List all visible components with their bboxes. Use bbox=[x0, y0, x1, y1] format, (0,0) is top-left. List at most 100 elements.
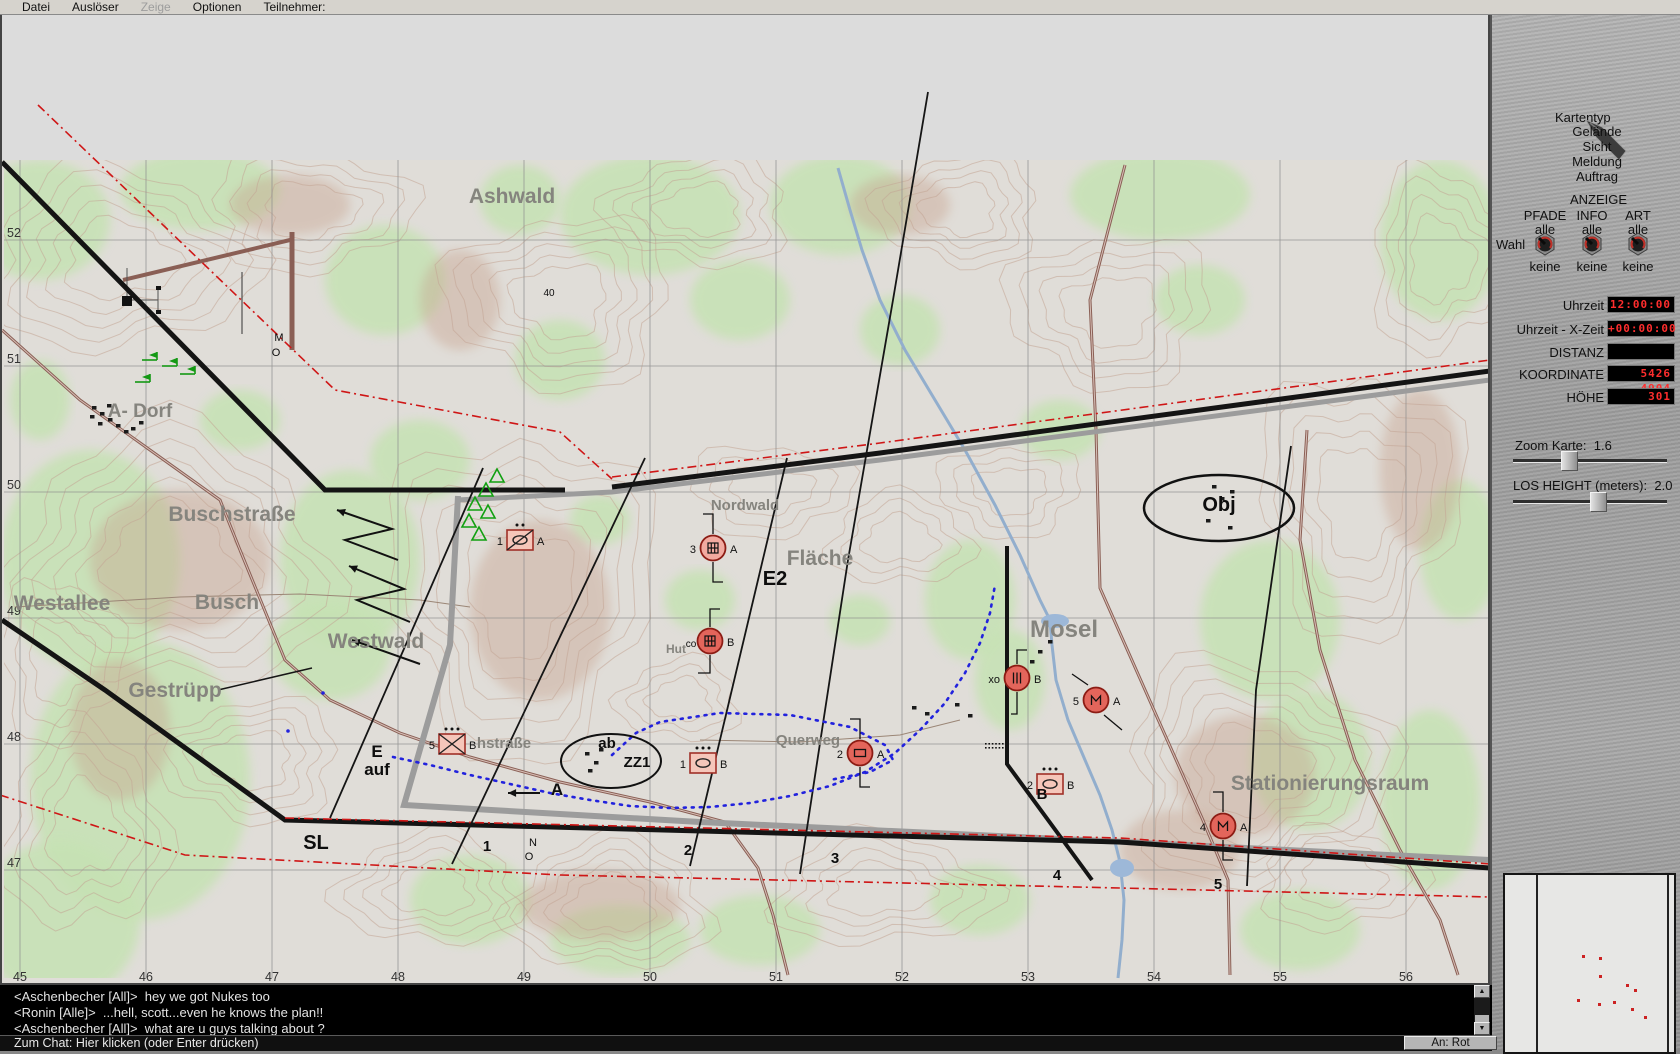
tactical-label-o: O bbox=[272, 347, 281, 359]
tactical-label-co: co bbox=[686, 639, 697, 650]
svg-text:B: B bbox=[1034, 674, 1041, 686]
minimap-unit-dot bbox=[1613, 1001, 1616, 1004]
map-label-hstrae: hstraße bbox=[477, 735, 531, 752]
grid-x-label: 56 bbox=[1399, 970, 1413, 984]
tactical-label-2: 2 bbox=[684, 842, 692, 859]
map-area[interactable]: 45 46 47 48 49 50 51 52 53 54 55 56 52 51 50 49 48 47 1 A 3 A… bbox=[0, 0, 1492, 985]
svg-text:A: A bbox=[730, 544, 738, 556]
los-height-slider[interactable] bbox=[1513, 492, 1667, 512]
knob-art[interactable] bbox=[1626, 232, 1650, 256]
kartentyp-option-sicht[interactable]: Sicht bbox=[1557, 139, 1637, 154]
map-label-busch: Busch bbox=[195, 591, 259, 614]
minimap-unit-dot bbox=[1577, 999, 1580, 1002]
wahl-label: Wahl bbox=[1496, 237, 1526, 252]
map-label-nordwald: Nordwald bbox=[711, 497, 779, 514]
chat-log[interactable]: <Aschenbecher [All]> hey we got Nukes to… bbox=[0, 985, 1492, 1036]
svg-text:4: 4 bbox=[1200, 822, 1206, 834]
menu-item-auslser[interactable]: Auslöser bbox=[72, 0, 119, 14]
svg-text:5: 5 bbox=[429, 740, 435, 752]
minimap-unit-dot bbox=[1598, 1003, 1601, 1006]
anzeige-keine-art: keine bbox=[1622, 259, 1654, 274]
grid-y-label: 52 bbox=[7, 226, 21, 240]
map-label-hut: Hut bbox=[666, 642, 686, 656]
kartentyp-option-meldung[interactable]: Meldung bbox=[1557, 154, 1637, 169]
tactical-label-obj: Obj bbox=[1202, 494, 1235, 516]
tactical-label-b: B bbox=[1037, 786, 1048, 803]
tactical-label-o: O bbox=[525, 851, 534, 863]
grid-y-label: 50 bbox=[7, 478, 21, 492]
minimap-unit-dot bbox=[1599, 957, 1602, 960]
readout-label-4: HÖHE bbox=[1566, 390, 1604, 405]
grid-x-label: 50 bbox=[643, 970, 657, 984]
map-label-adorf: A- Dorf bbox=[108, 401, 173, 422]
readout-value-hhe: 301 bbox=[1608, 389, 1674, 404]
scroll-up-button[interactable]: ▲ bbox=[1474, 985, 1490, 998]
minimap-unit-dot bbox=[1634, 989, 1637, 992]
tactical-map[interactable]: 45 46 47 48 49 50 51 52 53 54 55 565251504948471 A3 A… bbox=[0, 0, 1490, 985]
map-label-westwald: Westwald bbox=[328, 630, 424, 653]
minimap-unit-dot bbox=[1582, 955, 1585, 958]
grid-x-label: 46 bbox=[139, 970, 153, 984]
svg-text:A: A bbox=[877, 749, 885, 761]
knob-pfade[interactable] bbox=[1533, 232, 1557, 256]
svg-text:3: 3 bbox=[690, 544, 696, 556]
chat-scrollbar[interactable]: ▲ ▼ bbox=[1474, 985, 1490, 1035]
overview-minimap[interactable] bbox=[1503, 873, 1676, 1054]
chat-message: <Aschenbecher [All]> hey we got Nukes to… bbox=[14, 989, 270, 1004]
tactical-label-e2: E2 bbox=[763, 568, 787, 590]
menu-bar: Datei Auslöser Zeige Optionen Teilnehmer: bbox=[0, 0, 1680, 15]
minimap-unit-dot bbox=[1644, 1016, 1647, 1019]
readout-value-uhrzeit: 12:00:00 bbox=[1608, 297, 1674, 312]
knob-info[interactable] bbox=[1580, 232, 1604, 256]
tactical-label-m: M bbox=[274, 332, 283, 344]
minimap-divider-right bbox=[1667, 875, 1669, 1052]
anzeige-col-art: ART bbox=[1625, 208, 1651, 223]
readout-value-distanz bbox=[1608, 344, 1674, 359]
menu-item-optionen[interactable]: Optionen bbox=[193, 0, 242, 14]
kartentyp-option-gelände[interactable]: Gelände bbox=[1557, 124, 1637, 139]
map-label-mosel: Mosel bbox=[1030, 616, 1098, 643]
svg-text:A: A bbox=[1240, 822, 1248, 834]
svg-text:5: 5 bbox=[1073, 696, 1079, 708]
grid-x-label: 48 bbox=[391, 970, 405, 984]
menu-item-zeige: Zeige bbox=[140, 0, 171, 14]
grid-y-label: 51 bbox=[7, 352, 21, 366]
los-height-slider-thumb[interactable] bbox=[1590, 492, 1607, 512]
scroll-down-button[interactable]: ▼ bbox=[1474, 1022, 1490, 1035]
tactical-label-zz1: ZZ1 bbox=[624, 754, 651, 771]
tactical-label-ab: ab bbox=[598, 735, 616, 752]
chat-target-button[interactable]: An: Rot bbox=[1404, 1036, 1497, 1050]
svg-text:B: B bbox=[1067, 780, 1074, 792]
chat-message: <Ronin [Alle]> ...hell, scott...even he … bbox=[14, 1005, 324, 1020]
readout-label-1: Uhrzeit - X-Zeit bbox=[1516, 322, 1604, 337]
readout-label-0: Uhrzeit bbox=[1562, 298, 1604, 313]
grid-x-label: 55 bbox=[1273, 970, 1287, 984]
readout-value-koordinate: 5426 4904 bbox=[1608, 366, 1674, 395]
minimap-unit-dot bbox=[1631, 1008, 1634, 1011]
map-label-ashwald: Ashwald bbox=[469, 185, 555, 208]
scroll-thumb[interactable] bbox=[1475, 1015, 1489, 1022]
svg-text:xo: xo bbox=[988, 674, 1000, 686]
chat-input-bar[interactable]: Zum Chat: Hier klicken (oder Enter drück… bbox=[0, 1035, 1492, 1051]
zoom-karte-slider[interactable] bbox=[1513, 451, 1667, 471]
minimap-unit-dot bbox=[1626, 984, 1629, 987]
tactical-label-n: N bbox=[529, 837, 537, 849]
map-label-westallee: Westallee bbox=[14, 592, 111, 615]
tactical-label-sl: SL bbox=[303, 832, 329, 854]
tactical-label-5: 5 bbox=[1214, 876, 1222, 893]
zoom-karte-slider-thumb[interactable] bbox=[1561, 451, 1578, 471]
menu-item-datei[interactable]: Datei bbox=[22, 0, 50, 14]
grid-x-label: 53 bbox=[1021, 970, 1035, 984]
minimap-divider-left bbox=[1536, 875, 1538, 1052]
menu-item-teilnehmer[interactable]: Teilnehmer: bbox=[263, 0, 325, 14]
grid-x-label: 45 bbox=[13, 970, 27, 984]
grid-x-label: 47 bbox=[265, 970, 279, 984]
tactical-label-3: 3 bbox=[831, 850, 839, 867]
map-label-buschstrae: Buschstraße bbox=[168, 503, 295, 526]
tactical-label-40: 40 bbox=[543, 288, 555, 299]
map-label-flche: Fläche bbox=[787, 547, 854, 570]
map-label-stationierungsraum: Stationierungsraum bbox=[1231, 772, 1429, 795]
svg-text:A: A bbox=[537, 536, 545, 548]
chat-prompt[interactable]: Zum Chat: Hier klicken (oder Enter drück… bbox=[0, 1036, 1492, 1051]
kartentyp-option-auftrag[interactable]: Auftrag bbox=[1557, 169, 1637, 184]
